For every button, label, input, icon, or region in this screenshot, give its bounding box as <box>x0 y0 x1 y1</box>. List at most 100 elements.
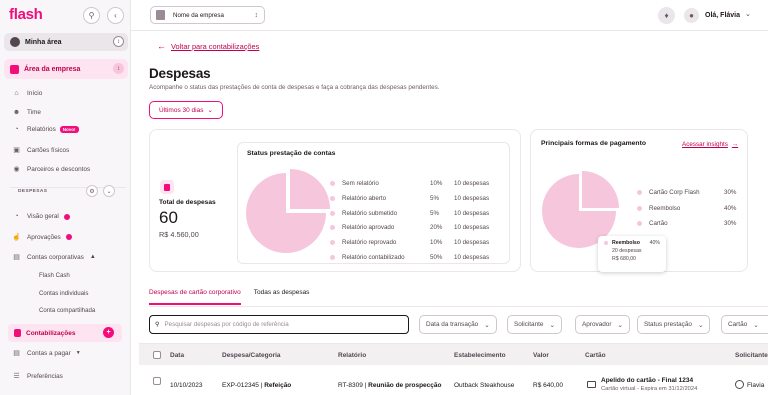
sidebar-item-contas-a-pagar[interactable]: ▤ Contas a pagar ▼ <box>12 349 80 358</box>
filter-card[interactable]: Cartão ⌄ <box>721 315 768 334</box>
my-area-button[interactable]: Minha área ↕ <box>4 33 128 51</box>
payment-legend-item: Cartão 30% <box>637 220 737 227</box>
legend-pct: 30% <box>724 220 737 227</box>
cell-merchant: Outback Steakhouse <box>454 382 515 389</box>
bell-icon: ♦ <box>664 11 669 20</box>
legend-pct: 30% <box>724 189 737 196</box>
chevron-down-icon: ⌄ <box>697 321 704 329</box>
filter-approver[interactable]: Aprovador ⌄ <box>575 315 630 334</box>
sidebar-item-parceiros[interactable]: ◉ Parceiros e descontos <box>12 165 90 174</box>
main-content: ← Voltar para contabilizações Despesas Ac… <box>131 31 768 395</box>
col-card[interactable]: Cartão <box>585 352 606 359</box>
status-legend-item: Relatório submetido 5% 10 despesas <box>330 210 500 217</box>
chevron-down-icon: ⌄ <box>617 321 623 329</box>
status-legend-item: Relatório aprovado 20% 10 despesas <box>330 224 500 231</box>
col-merchant[interactable]: Estabelecimento <box>454 352 506 359</box>
legend-pct: 5% <box>430 209 439 217</box>
sidebar-subitem-flash-cash[interactable]: Flash Cash <box>39 272 70 279</box>
switch-icon: ↕ <box>113 36 124 47</box>
chevron-down-icon: ⌄ <box>549 321 555 329</box>
user-icon <box>10 37 20 47</box>
select-all-checkbox[interactable] <box>153 351 161 359</box>
sidebar-item-preferencias[interactable]: ☰ Preferências <box>12 372 63 381</box>
plus-icon: + <box>103 327 114 338</box>
arrow-right-icon: → <box>731 141 739 148</box>
tab-corporate-card[interactable]: Despesas de cartão corporativo <box>149 289 241 305</box>
filter-date[interactable]: Data da transação ⌄ <box>419 315 497 334</box>
period-select[interactable]: Últimos 30 dias ⌄ <box>149 101 223 119</box>
legend-label: Relatório contabilizado <box>342 254 405 261</box>
document-icon <box>14 329 21 337</box>
card-icon: ▣ <box>13 147 20 154</box>
legend-count: 10 despesas <box>454 180 490 187</box>
user-icon <box>735 380 744 389</box>
page-description: Acompanhe o status das prestações de con… <box>149 84 440 91</box>
sidebar: flash ⚲ ‹ Minha área ↕ Área da empresa ↕… <box>0 0 131 395</box>
sidebar-subitem-conta-compartilhada[interactable]: Conta compartilhada <box>39 307 95 314</box>
total-label: Total de despesas <box>159 199 216 206</box>
legend-label: Relatório aberto <box>342 194 387 202</box>
payment-legend-item: Cartão Corp Flash 30% <box>637 189 737 196</box>
status-card: Status prestação de contas Sem relatório… <box>237 142 510 264</box>
search-input[interactable]: ⚲ Pesquisar despesas por código de referê… <box>149 315 409 334</box>
col-requester[interactable]: Solicitante <box>735 352 768 359</box>
sidebar-item-time[interactable]: ☻ Time <box>12 109 41 116</box>
chart-icon: ◔ <box>14 126 19 133</box>
legend-count: 10 despesas <box>454 209 490 217</box>
pie-tooltip: Reembolso 40% 20 despesas R$ 680,00 <box>598 236 666 272</box>
legend-dot <box>637 205 642 211</box>
cell-value: R$ 640,00 <box>533 382 563 389</box>
search-button[interactable]: ⚲ <box>83 7 100 24</box>
arrow-left-icon: ← <box>157 41 166 51</box>
company-select[interactable]: Nome da empresa ↕ <box>150 6 265 24</box>
legend-dot <box>330 255 335 260</box>
table-row[interactable]: 10/10/2023 EXP-012345 | Refeição RT-8309… <box>139 365 768 395</box>
back-link[interactable]: ← Voltar para contabilizações <box>157 41 259 51</box>
legend-pct: 40% <box>724 204 737 212</box>
status-card-title: Status prestação de contas <box>247 150 336 157</box>
insights-link[interactable]: Acessar insights → <box>682 141 738 148</box>
tag-icon: ◉ <box>13 166 20 173</box>
chevron-down-icon[interactable]: ⌄ <box>745 10 751 18</box>
col-value[interactable]: Valor <box>533 352 549 359</box>
avatar[interactable]: ● <box>684 8 699 23</box>
col-date[interactable]: Data <box>170 352 184 359</box>
chevron-down-icon: ⌄ <box>484 321 490 329</box>
status-legend-item: Relatório aberto 5% 10 despesas <box>330 195 500 202</box>
sidebar-item-visao-geral[interactable]: ◔ Visão geral <box>12 213 70 220</box>
sidebar-item-contas-corporativas[interactable]: ▤ Contas corporativas ▲ <box>12 253 96 262</box>
tab-all-expenses[interactable]: Todas as despesas <box>254 289 310 305</box>
filter-requester[interactable]: Solicitante ⌄ <box>507 315 562 334</box>
page-title: Despesas <box>149 66 211 81</box>
cell-requester: Flavia <box>747 382 765 389</box>
legend-pct: 10% <box>430 180 443 187</box>
pie-slice <box>582 171 619 208</box>
cell-card-sub: Cartão virtual - Expira em 31/12/2024 <box>601 386 698 392</box>
greeting[interactable]: Olá, Flávia <box>705 12 740 19</box>
expand-section-button[interactable]: ⌄ <box>103 185 115 197</box>
row-checkbox[interactable] <box>153 377 161 385</box>
company-area-button[interactable]: Área da empresa ↕ <box>4 59 128 79</box>
sidebar-item-relatorios[interactable]: ◔ Relatórios Novo! <box>12 126 79 133</box>
filter-status[interactable]: Status prestação ⌄ <box>637 315 711 334</box>
legend-dot <box>330 181 335 186</box>
status-legend-item: Sem relatório 10% 10 despesas <box>330 180 500 187</box>
sidebar-item-aprovacoes[interactable]: ☝ Aprovações <box>12 233 72 241</box>
bills-icon: ▤ <box>13 350 20 357</box>
legend-label: Sem relatório <box>342 180 379 187</box>
sidebar-item-cartoes-fisicos[interactable]: ▣ Cartões físicos <box>12 146 69 155</box>
payment-methods-card: Principais formas de pagamento Acessar i… <box>530 129 748 272</box>
my-area-label: Minha área <box>25 38 62 46</box>
sidebar-subitem-contas-individuais[interactable]: Contas individuais <box>39 290 88 297</box>
company-area-label: Área da empresa <box>24 65 81 73</box>
col-report[interactable]: Relatório <box>338 352 366 359</box>
collapse-sidebar-button[interactable]: ‹ <box>107 7 124 24</box>
sidebar-item-contabilizacoes[interactable]: Contabilizações + <box>8 324 122 342</box>
chevron-down-icon: ⌄ <box>753 321 759 329</box>
company-icon <box>10 64 19 74</box>
settings-button[interactable]: ⚙ <box>86 185 98 197</box>
col-expense[interactable]: Despesa/Categoria <box>222 352 281 359</box>
cell-card-name: Apelido do cartão - Final 1234 <box>601 377 694 384</box>
notifications-button[interactable]: ♦ <box>658 7 675 24</box>
sidebar-item-inicio[interactable]: ⌂ Início <box>12 90 42 97</box>
